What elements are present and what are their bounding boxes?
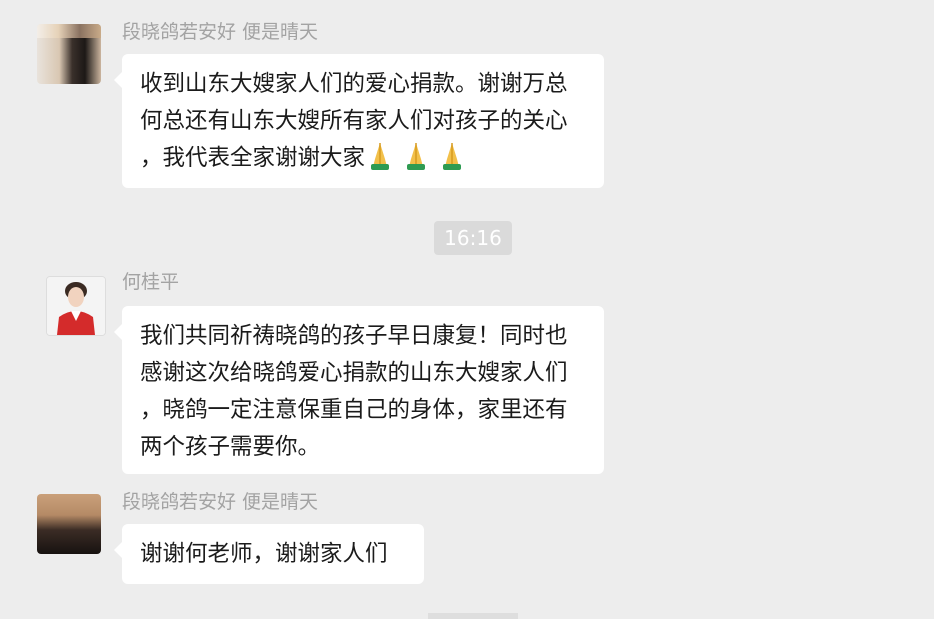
message-bubble[interactable]: 谢谢何老师，谢谢家人们 xyxy=(114,524,424,584)
message-line: ，我代表全家谢谢大家 xyxy=(140,145,366,171)
message-line: ，晓鸽一定注意保重自己的身体，家里还有 xyxy=(140,397,568,423)
sender-name: 何桂平 xyxy=(122,271,180,293)
avatar[interactable] xyxy=(46,276,106,336)
avatar[interactable] xyxy=(37,494,101,554)
message-line: 两个孩子需要你。 xyxy=(140,434,321,460)
folded-hands-icon xyxy=(407,143,426,170)
message-line: 收到山东大嫂家人们的爱心捐款。谢谢万总 xyxy=(140,71,568,97)
message-line: 我们共同祈祷晓鸽的孩子早日康复！同时也 xyxy=(140,323,568,349)
sender-name: 段晓鸽若安好 便是晴天 xyxy=(122,21,319,43)
person-photo-icon xyxy=(47,277,105,335)
timestamp-badge: 16:16 xyxy=(434,221,512,255)
message-line: 何总还有山东大嫂所有家人们对孩子的关心 xyxy=(140,108,568,134)
avatar[interactable] xyxy=(37,24,101,84)
message-bubble[interactable]: 我们共同祈祷晓鸽的孩子早日康复！同时也 感谢这次给晓鸽爱心捐款的山东大嫂家人们 ，晓… xyxy=(114,306,604,474)
message-bubble[interactable]: 收到山东大嫂家人们的爱心捐款。谢谢万总 何总还有山东大嫂所有家人们对孩子的关心 ，我… xyxy=(114,54,604,188)
message-line: 谢谢何老师，谢谢家人们 xyxy=(140,541,388,567)
sender-name: 段晓鸽若安好 便是晴天 xyxy=(122,491,319,513)
scroll-indicator xyxy=(428,613,518,619)
folded-hands-icon xyxy=(371,143,390,170)
message-line-with-emoji: ，我代表全家谢谢大家 xyxy=(140,140,586,177)
folded-hands-icon xyxy=(443,143,462,170)
message-line: 感谢这次给晓鸽爱心捐款的山东大嫂家人们 xyxy=(140,360,568,386)
